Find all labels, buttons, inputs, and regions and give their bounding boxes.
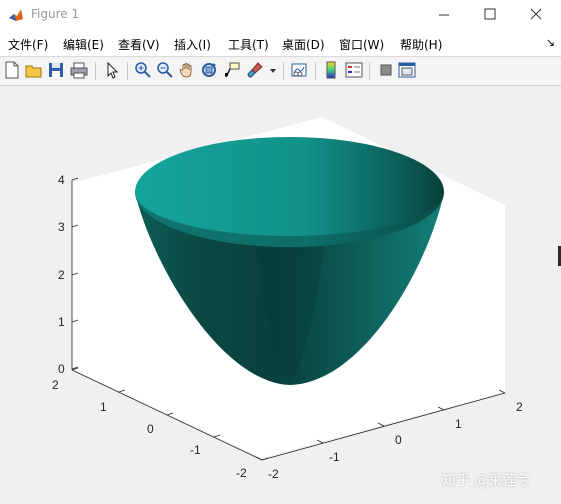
menu-help[interactable]: 帮助(H) [400, 36, 442, 53]
z-tick-label: 4 [58, 173, 65, 187]
y-tick-label: 1 [100, 400, 107, 414]
minimize-button[interactable] [421, 0, 467, 30]
menu-insert[interactable]: 插入(I) [174, 36, 211, 53]
y-tick-label: 0 [147, 422, 154, 436]
y-tick-label: 2 [52, 378, 59, 392]
z-tick-label: 2 [58, 268, 65, 282]
pointer-icon[interactable] [103, 61, 121, 79]
matlab-logo-icon [8, 7, 24, 23]
toolbar-separator [315, 62, 316, 80]
x-tick-label: -1 [329, 450, 340, 464]
toolbar [0, 56, 561, 86]
menu-edit[interactable]: 编辑(E) [63, 36, 104, 53]
menu-overflow-icon[interactable]: ↘ [546, 36, 555, 49]
x-tick-label: -2 [268, 467, 279, 481]
x-tick-label: 2 [516, 400, 523, 414]
window-title: Figure 1 [31, 7, 80, 21]
x-tick-label: 0 [395, 433, 402, 447]
menu-window[interactable]: 窗口(W) [339, 36, 384, 53]
rotate-3d-icon[interactable] [200, 61, 218, 79]
link-plot-icon[interactable] [290, 61, 308, 79]
hide-plot-tools-icon[interactable] [377, 61, 395, 79]
menu-view[interactable]: 查看(V) [118, 36, 160, 53]
toolbar-separator [95, 62, 96, 80]
title-bar[interactable]: Figure 1 [0, 0, 561, 30]
x-tick-label: 1 [455, 417, 462, 431]
close-button[interactable] [513, 0, 559, 30]
y-tick-label: -1 [190, 443, 201, 457]
save-icon[interactable] [47, 61, 65, 79]
figure-canvas[interactable]: 4 3 2 1 0 2 1 0 -1 -2 -2 -1 0 1 2 [0, 86, 561, 504]
data-cursor-icon[interactable] [223, 61, 241, 79]
brush-icon[interactable] [246, 61, 264, 79]
z-tick-label: 0 [58, 362, 65, 376]
colorbar-icon[interactable] [322, 61, 340, 79]
z-tick-label: 1 [58, 315, 65, 329]
legend-icon[interactable] [345, 61, 363, 79]
maximize-button[interactable] [467, 0, 513, 30]
toolbar-separator [127, 62, 128, 80]
y-tick-label: -2 [236, 466, 247, 480]
pan-icon[interactable] [178, 61, 196, 79]
show-plot-tools-icon[interactable] [398, 61, 416, 79]
menu-file[interactable]: 文件(F) [8, 36, 48, 53]
toolbar-separator [369, 62, 370, 80]
menu-tools[interactable]: 工具(T) [228, 36, 269, 53]
dropdown-arrow-icon[interactable] [268, 61, 278, 79]
watermark-text: 知乎 @采莲兮 [442, 473, 531, 489]
toolbar-separator [283, 62, 284, 80]
zoom-in-icon[interactable] [134, 61, 152, 79]
menu-bar: 文件(F) 编辑(E) 查看(V) 插入(I) 工具(T) 桌面(D) 窗口(W… [0, 30, 561, 56]
z-tick-label: 3 [58, 220, 65, 234]
menu-desktop[interactable]: 桌面(D) [282, 36, 325, 53]
zoom-out-icon[interactable] [156, 61, 174, 79]
new-figure-icon[interactable] [3, 61, 21, 79]
print-icon[interactable] [70, 61, 88, 79]
open-file-icon[interactable] [25, 61, 43, 79]
